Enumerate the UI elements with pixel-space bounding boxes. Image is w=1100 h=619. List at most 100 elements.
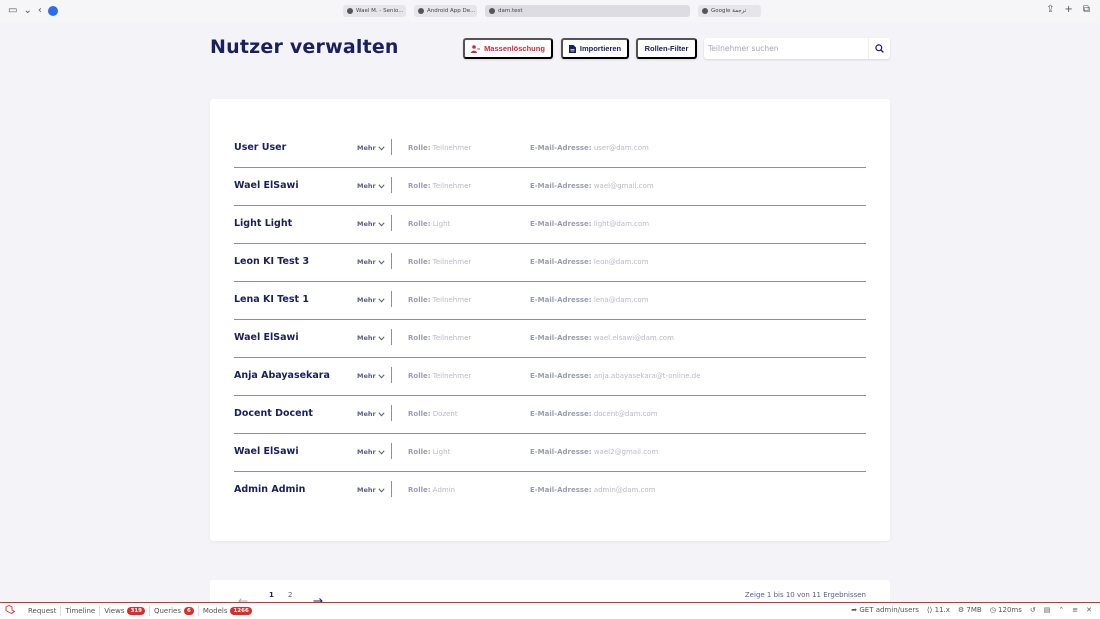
page-title: Nutzer verwalten: [210, 36, 399, 58]
role-label: Rolle:: [408, 448, 431, 456]
mass-delete-button[interactable]: Massenlöschung: [463, 38, 553, 59]
email-label: E-Mail-Adresse:: [530, 410, 592, 418]
new-tab-icon[interactable]: +: [1064, 4, 1072, 15]
menu-icon[interactable]: ≡: [1072, 606, 1078, 614]
user-role: Rolle: Teilnehmer: [408, 296, 471, 304]
browser-tab[interactable]: Android App De...: [414, 5, 477, 17]
user-name: Anja Abayasekara: [234, 370, 330, 381]
share-icon[interactable]: ⇪: [1046, 4, 1054, 15]
user-name: Docent Docent: [234, 408, 313, 419]
chevron-down-icon: [378, 335, 385, 341]
divider: [391, 177, 392, 193]
document-icon: [568, 44, 576, 53]
more-dropdown[interactable]: Mehr: [357, 258, 385, 266]
user-email: E-Mail-Adresse: admin@dam.com: [530, 486, 656, 494]
users-list-card: User User Mehr Rolle: Teilnehmer E-Mail-…: [210, 99, 890, 541]
more-dropdown[interactable]: Mehr: [357, 220, 385, 228]
memory-info: ⚙ 7MB: [957, 606, 982, 614]
user-row: Light Light Mehr Rolle: Light E-Mail-Adr…: [234, 206, 866, 244]
browser-tab[interactable]: Wael M. - Senio...: [343, 5, 406, 17]
chevron-down-icon: [378, 411, 385, 417]
divider: [391, 405, 392, 421]
role-label: Rolle:: [408, 410, 431, 418]
more-label: Mehr: [357, 372, 376, 380]
user-name: User User: [234, 142, 287, 153]
folder-icon[interactable]: ▤: [1044, 606, 1051, 614]
clock-icon: ◷: [989, 606, 996, 614]
pagination: 1 2 Zeige 1 bis 10 von 11 Ergebnissen: [210, 580, 890, 604]
user-role: Rolle: Teilnehmer: [408, 372, 471, 380]
back-arrow-icon[interactable]: ‹: [38, 4, 42, 18]
sidebar-toggle-icon[interactable]: ▭: [8, 4, 17, 18]
more-label: Mehr: [357, 258, 376, 266]
user-row: Wael ElSawi Mehr Rolle: Teilnehmer E-Mai…: [234, 320, 866, 358]
tab-favicon-icon: [347, 8, 353, 14]
chevron-down-icon[interactable]: ⌄: [23, 4, 31, 18]
more-dropdown[interactable]: Mehr: [357, 448, 385, 456]
more-dropdown[interactable]: Mehr: [357, 410, 385, 418]
chevron-down-icon: [378, 449, 385, 455]
user-email: E-Mail-Adresse: wael2@gmail.com: [530, 448, 658, 456]
debug-right-info: ➦ GET admin/users ⟨⟩ 11.x ⚙ 7MB ◷ 120ms …: [851, 606, 1092, 614]
pagination-info: Zeige 1 bis 10 von 11 Ergebnissen: [744, 591, 866, 599]
debug-tab-timeline[interactable]: Timeline: [61, 606, 101, 616]
page-1-link[interactable]: 1: [269, 591, 274, 599]
email-value: light@dam.com: [593, 220, 650, 228]
email-label: E-Mail-Adresse:: [530, 486, 592, 494]
user-email: E-Mail-Adresse: docent@dam.com: [530, 410, 658, 418]
browser-tab[interactable]: Google ترجمة: [698, 5, 761, 17]
more-dropdown[interactable]: Mehr: [357, 334, 385, 342]
more-dropdown[interactable]: Mehr: [357, 144, 385, 152]
debug-tab-models[interactable]: Models 1266: [199, 606, 256, 616]
history-icon[interactable]: ↺: [1030, 606, 1036, 614]
browser-tab-active[interactable]: dam.test: [485, 5, 690, 17]
more-dropdown[interactable]: Mehr: [357, 372, 385, 380]
user-role: Rolle: Admin: [408, 486, 455, 494]
role-label: Rolle:: [408, 296, 431, 304]
models-count-badge: 1266: [230, 607, 252, 615]
more-dropdown[interactable]: Mehr: [357, 486, 385, 494]
divider: [391, 139, 392, 155]
email-label: E-Mail-Adresse:: [530, 182, 592, 190]
user-role: Rolle: Teilnehmer: [408, 182, 471, 190]
route-info[interactable]: ➦ GET admin/users: [851, 606, 919, 614]
divider: [391, 329, 392, 345]
role-value: Teilnehmer: [432, 144, 472, 152]
debug-bar: Request Timeline Views 319 Queries 6 Model…: [0, 602, 1100, 619]
debug-tab-views[interactable]: Views 319: [100, 606, 150, 616]
more-label: Mehr: [357, 486, 376, 494]
role-value: Teilnehmer: [432, 296, 472, 304]
page-2-link[interactable]: 2: [288, 591, 292, 599]
close-icon[interactable]: ✕: [1086, 606, 1092, 614]
more-dropdown[interactable]: Mehr: [357, 182, 385, 190]
role-value: Dozent: [432, 410, 458, 418]
email-label: E-Mail-Adresse:: [530, 144, 592, 152]
more-dropdown[interactable]: Mehr: [357, 296, 385, 304]
user-row: Wael ElSawi Mehr Rolle: Light E-Mail-Adr…: [234, 434, 866, 472]
debug-tab-request[interactable]: Request: [24, 606, 62, 616]
browser-left-controls: ▭ ⌄ ‹: [8, 4, 58, 18]
laravel-logo-icon[interactable]: [5, 604, 19, 617]
version-info: ⟨⟩ 11.x: [926, 606, 950, 614]
search-icon[interactable]: [868, 38, 890, 59]
chevron-up-icon[interactable]: ⌃: [1058, 606, 1064, 614]
user-email: E-Mail-Adresse: wael@gmail.com: [530, 182, 654, 190]
divider: [391, 367, 392, 383]
email-label: E-Mail-Adresse:: [530, 448, 592, 456]
tab-overview-icon[interactable]: ⧉: [1083, 4, 1090, 15]
user-name: Admin Admin: [234, 484, 306, 495]
tab-favicon-icon: [489, 8, 495, 14]
user-name: Wael ElSawi: [234, 180, 299, 191]
role-value: Teilnehmer: [432, 182, 472, 190]
user-role: Rolle: Teilnehmer: [408, 258, 471, 266]
import-button[interactable]: Importieren: [561, 38, 629, 59]
more-label: Mehr: [357, 448, 376, 456]
search-input[interactable]: [704, 44, 866, 53]
email-label: E-Mail-Adresse:: [530, 220, 592, 228]
role-filter-button[interactable]: Rollen-Filter: [636, 38, 697, 59]
email-value: lena@dam.com: [593, 296, 649, 304]
divider: [391, 291, 392, 307]
debug-tab-queries[interactable]: Queries 6: [150, 606, 199, 616]
email-label: E-Mail-Adresse:: [530, 258, 592, 266]
browser-tabs: Wael M. - Senio... Android App De... dam…: [343, 5, 761, 17]
